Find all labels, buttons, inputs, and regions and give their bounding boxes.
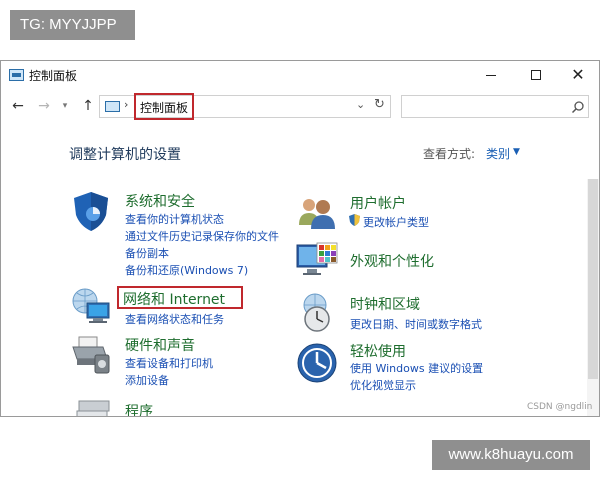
- link-optimize-visual-display[interactable]: 优化视觉显示: [350, 377, 416, 393]
- link-devices-printers[interactable]: 查看设备和打印机: [125, 355, 213, 371]
- scrollbar-thumb[interactable]: [588, 179, 598, 379]
- category-programs[interactable]: 程序: [125, 401, 153, 416]
- view-by-dropdown[interactable]: 类别: [486, 145, 510, 162]
- category-ease-of-access[interactable]: 轻松使用: [350, 341, 406, 361]
- printer-icon[interactable]: [69, 333, 113, 377]
- category-appearance[interactable]: 外观和个性化: [350, 251, 434, 271]
- chevron-down-icon[interactable]: ▼: [513, 147, 520, 157]
- link-change-account-type[interactable]: 更改帐户类型: [363, 214, 429, 230]
- ease-of-access-icon[interactable]: [295, 341, 339, 385]
- search-input[interactable]: [401, 95, 589, 118]
- category-network-internet[interactable]: 网络和 Internet: [123, 289, 225, 309]
- control-panel-icon: [9, 69, 24, 81]
- link-windows-recommended-settings[interactable]: 使用 Windows 建议的设置: [350, 360, 483, 376]
- uac-shield-icon: [349, 214, 360, 226]
- maximize-button[interactable]: [516, 63, 556, 87]
- breadcrumb-control-panel[interactable]: 控制面板: [134, 93, 195, 120]
- category-user-accounts[interactable]: 用户帐户: [350, 193, 406, 213]
- address-bar[interactable]: › 控制面板 ⌄ ↻: [99, 93, 391, 120]
- forward-button[interactable]: →: [35, 96, 53, 116]
- search-icon[interactable]: [571, 100, 585, 114]
- link-view-computer-status[interactable]: 查看你的计算机状态: [125, 211, 224, 227]
- link-add-device[interactable]: 添加设备: [125, 372, 169, 388]
- minimize-icon: [486, 74, 496, 76]
- programs-icon[interactable]: [69, 395, 113, 417]
- clock-globe-icon[interactable]: [295, 291, 339, 335]
- breadcrumb-separator: ›: [124, 98, 129, 111]
- page-heading: 调整计算机的设置: [69, 147, 181, 163]
- link-backup-restore[interactable]: 备份和还原(Windows 7): [125, 262, 248, 278]
- refresh-button[interactable]: ↻: [374, 97, 385, 112]
- navigation-bar: ← → ▾ ↑ › 控制面板 ⌄ ↻: [1, 91, 599, 121]
- control-panel-icon: [105, 101, 120, 112]
- recent-locations-button[interactable]: ▾: [56, 96, 74, 116]
- address-dropdown-button[interactable]: ⌄: [356, 98, 365, 111]
- view-by-label: 查看方式:: [423, 147, 476, 161]
- shield-icon[interactable]: [69, 189, 113, 233]
- up-button[interactable]: ↑: [79, 96, 97, 116]
- category-system-security[interactable]: 系统和安全: [125, 191, 195, 211]
- csdn-watermark: CSDN @ngdlin: [527, 402, 593, 412]
- category-hardware-sound[interactable]: 硬件和声音: [125, 335, 195, 355]
- control-panel-window: 控制面板 ✕ ← → ▾ ↑ › 控制面板 ⌄ ↻ 调整计算机的设置 查看方式:…: [0, 60, 600, 417]
- back-button[interactable]: ←: [9, 96, 27, 116]
- watermark-top-left: TG: MYYJJPP: [10, 10, 135, 40]
- category-clock-region[interactable]: 时钟和区域: [350, 294, 420, 314]
- link-backup-copy[interactable]: 备份副本: [125, 245, 169, 261]
- maximize-icon: [531, 70, 541, 80]
- link-file-history[interactable]: 通过文件历史记录保存你的文件: [125, 228, 279, 244]
- link-network-status[interactable]: 查看网络状态和任务: [125, 311, 224, 327]
- title-bar: 控制面板 ✕: [1, 61, 599, 89]
- monitor-palette-icon[interactable]: [295, 239, 339, 283]
- minimize-button[interactable]: [471, 63, 511, 87]
- network-globe-icon[interactable]: [69, 285, 113, 329]
- close-button[interactable]: ✕: [558, 63, 598, 87]
- window-title: 控制面板: [29, 69, 78, 83]
- user-accounts-icon[interactable]: [295, 191, 339, 235]
- link-change-date-time[interactable]: 更改日期、时间或数字格式: [350, 316, 482, 332]
- watermark-bottom-right: www.k8huayu.com: [432, 440, 590, 470]
